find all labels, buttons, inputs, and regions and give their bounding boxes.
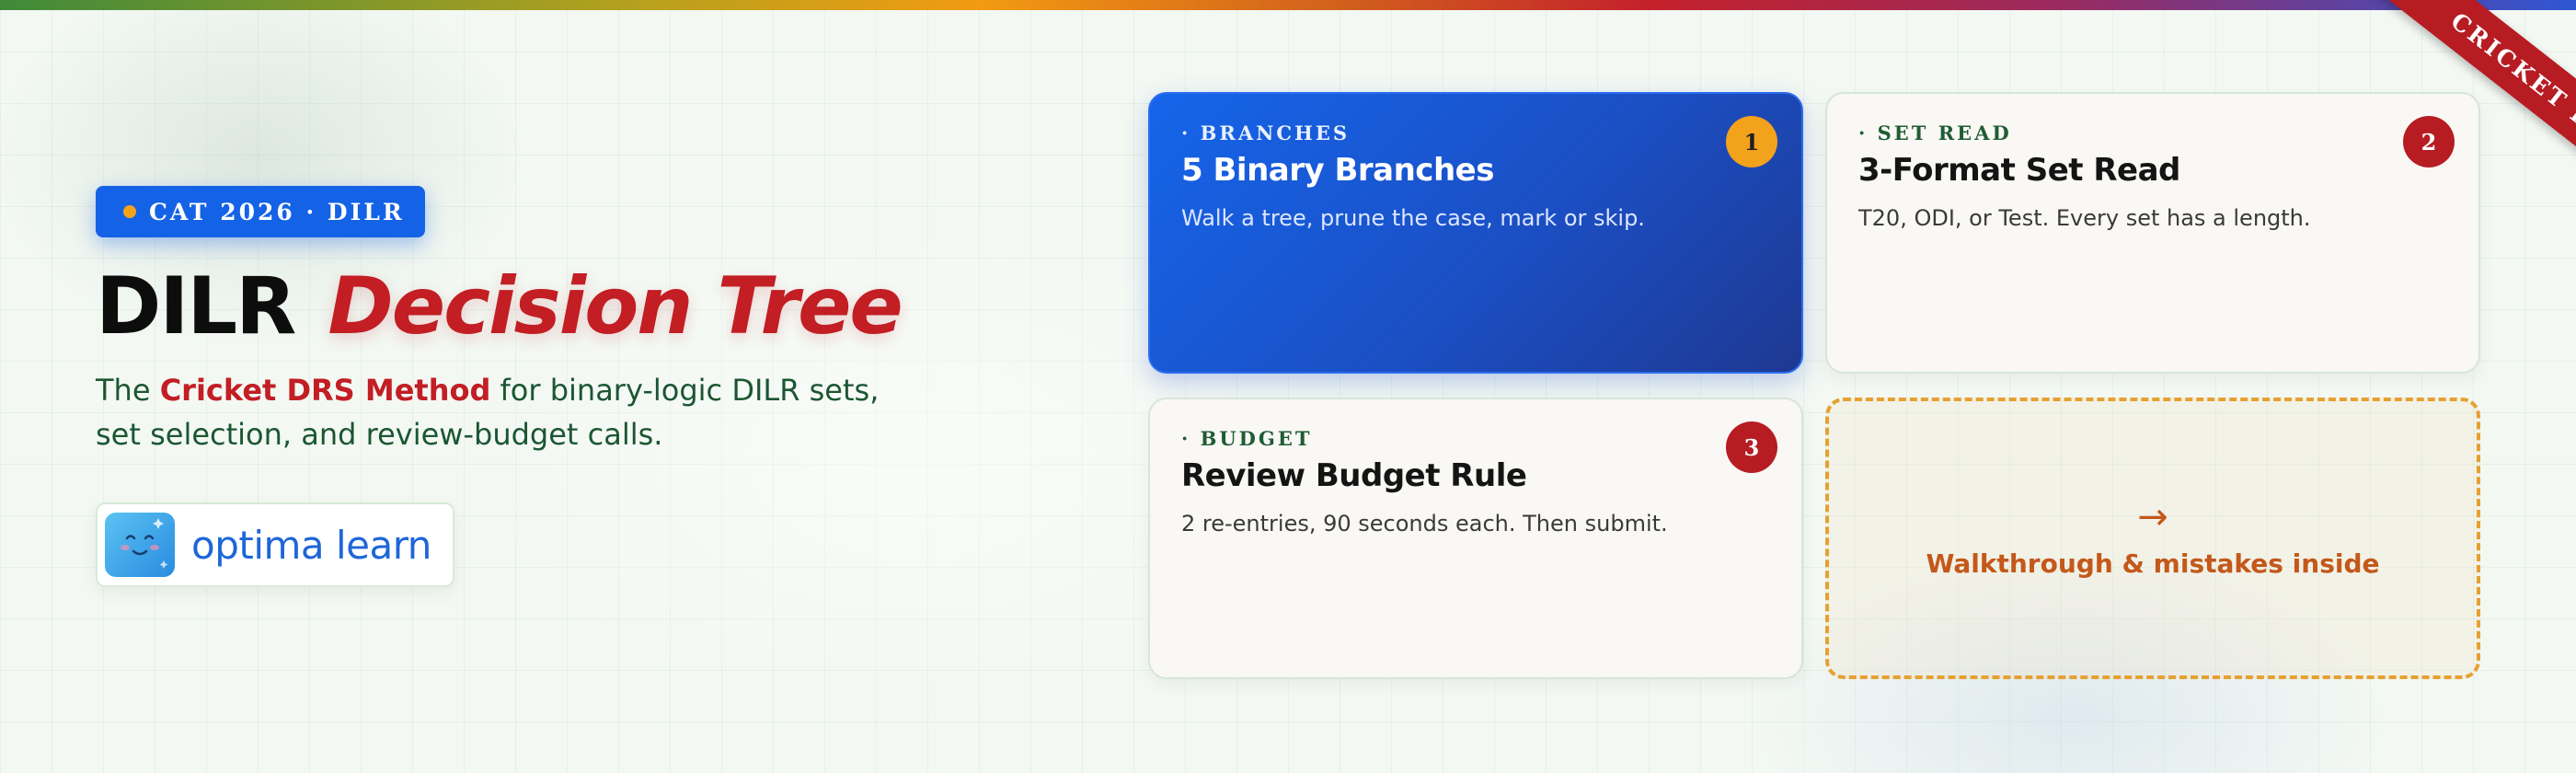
badge-dot-icon <box>123 205 136 218</box>
title-plain: DILR <box>96 260 296 352</box>
card-title: 3-Format Set Read <box>1858 152 2180 189</box>
card-set-read[interactable]: · SET READ 3-Format Set Read T20, ODI, o… <box>1825 92 2480 374</box>
title-highlight: Decision Tree <box>328 260 903 352</box>
card-description: T20, ODI, or Test. Every set has a lengt… <box>1858 205 2311 231</box>
card-tag: · BUDGET <box>1181 427 1313 450</box>
cta-label: Walkthrough & mistakes inside <box>1926 548 2380 579</box>
top-color-strip <box>0 0 2576 10</box>
card-tag: · SET READ <box>1858 121 2012 144</box>
logo-wordmark: optima learn <box>191 522 431 568</box>
card-number-badge: 3 <box>1726 421 1777 473</box>
card-title: Review Budget Rule <box>1181 457 1527 494</box>
badge-text: CAT 2026 · DILR <box>149 198 405 225</box>
card-number-badge: 1 <box>1726 116 1777 167</box>
page-title: DILR Decision Tree <box>96 256 903 357</box>
card-number-badge: 2 <box>2403 116 2455 167</box>
smiling-face-logo-icon <box>105 513 175 577</box>
card-description: Walk a tree, prune the case, mark or ski… <box>1181 205 1645 231</box>
card-description: 2 re-entries, 90 seconds each. Then subm… <box>1181 511 1668 536</box>
card-branches[interactable]: · BRANCHES 5 Binary Branches Walk a tree… <box>1148 92 1803 374</box>
brand-logo[interactable]: optima learn <box>96 502 454 587</box>
arrow-right-icon: → <box>2137 495 2168 538</box>
page-subtitle: The Cricket DRS Method for binary-logic … <box>96 368 924 456</box>
subtitle-prefix: The <box>96 373 160 408</box>
walkthrough-cta-card[interactable]: → Walkthrough & mistakes inside <box>1825 398 2480 679</box>
card-budget[interactable]: · BUDGET Review Budget Rule 2 re-entries… <box>1148 398 1803 679</box>
card-tag: · BRANCHES <box>1181 121 1351 144</box>
card-title: 5 Binary Branches <box>1181 152 1494 189</box>
subtitle-highlight: Cricket DRS Method <box>159 373 491 408</box>
exam-badge: CAT 2026 · DILR <box>96 186 425 237</box>
